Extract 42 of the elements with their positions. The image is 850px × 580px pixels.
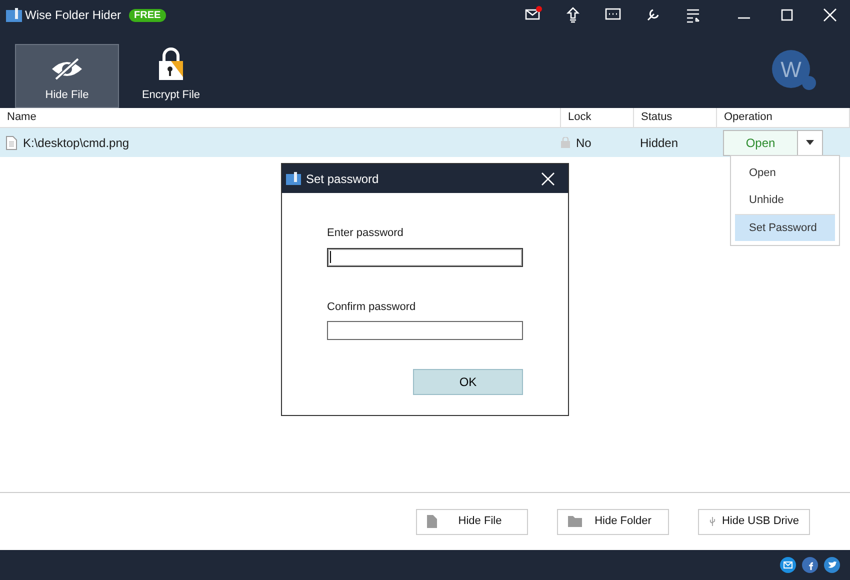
- menu-item[interactable]: Unhide: [735, 187, 835, 214]
- column-header[interactable]: Status: [634, 108, 717, 127]
- free-badge: FREE: [129, 8, 166, 22]
- column-header[interactable]: Name: [0, 108, 561, 127]
- open-button[interactable]: Open: [724, 130, 798, 154]
- padlock-icon: [156, 46, 186, 80]
- column-header[interactable]: Operation: [717, 108, 850, 127]
- close-icon[interactable]: [821, 6, 839, 24]
- file-icon: [427, 515, 437, 528]
- close-icon[interactable]: [541, 172, 555, 186]
- menu-item[interactable]: Open: [735, 160, 835, 187]
- upload-icon[interactable]: [564, 6, 582, 24]
- dropdown-button[interactable]: [798, 130, 822, 154]
- column-header[interactable]: Lock: [561, 108, 634, 127]
- table-row[interactable]: K:\desktop\cmd.png No Hidden Open: [0, 128, 850, 157]
- ok-button[interactable]: OK: [413, 369, 523, 395]
- toolbar-tab[interactable]: Hide File: [15, 44, 119, 108]
- mail-icon[interactable]: [780, 557, 796, 573]
- file-icon: [6, 136, 17, 150]
- status-text: Hidden: [640, 136, 678, 150]
- field-label: Enter password: [327, 226, 404, 241]
- toolbar-tab[interactable]: Encrypt File: [119, 44, 223, 108]
- password-field[interactable]: [327, 321, 523, 340]
- password-field[interactable]: [327, 248, 523, 266]
- hidden-eye-icon: [50, 56, 84, 80]
- dialog-title: Set password: [306, 170, 380, 188]
- hide-button[interactable]: Hide USB Drive: [698, 508, 810, 534]
- lock-state: No: [576, 134, 592, 152]
- app-icon: [286, 172, 301, 185]
- menu-item[interactable]: Set Password: [735, 214, 835, 241]
- app-icon: [6, 8, 22, 22]
- window-title: Wise Folder Hider: [25, 7, 122, 24]
- hide-button[interactable]: Hide File: [416, 508, 528, 534]
- padlock-icon: [561, 137, 570, 148]
- bird-icon[interactable]: [824, 557, 840, 573]
- hide-button[interactable]: Hide Folder: [557, 508, 669, 534]
- field-label: Confirm password: [327, 300, 417, 314]
- caret-icon: [806, 140, 814, 145]
- usb-icon: [709, 515, 716, 528]
- folder-icon: [568, 516, 582, 527]
- file-path: K:\desktop\cmd.png: [23, 134, 130, 152]
- f-icon[interactable]: [802, 557, 818, 573]
